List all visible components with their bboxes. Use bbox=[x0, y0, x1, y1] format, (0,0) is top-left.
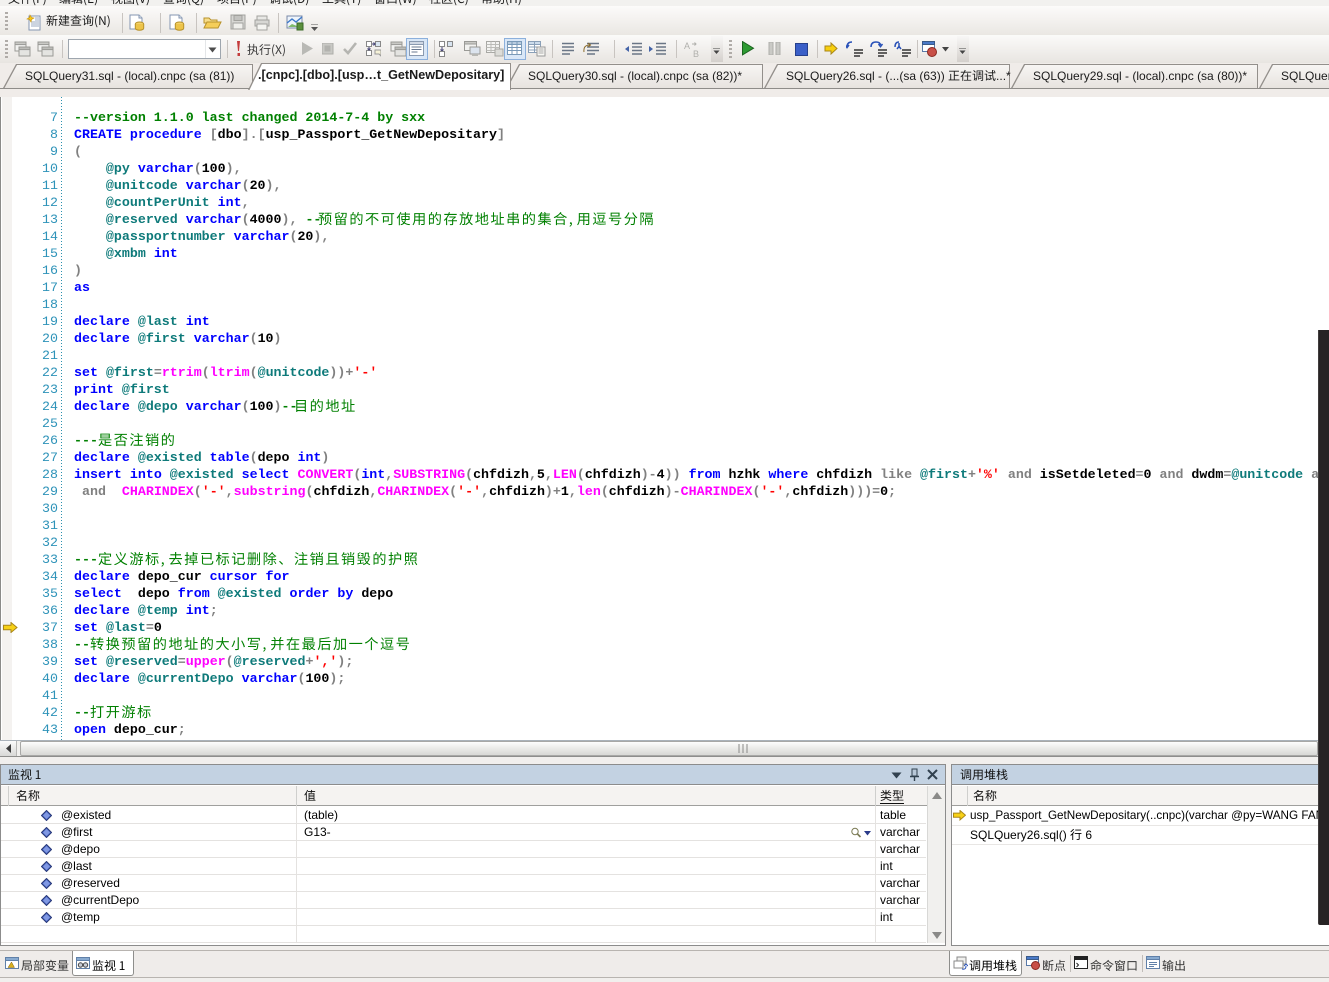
svg-text:A: A bbox=[684, 41, 690, 51]
svg-text:B: B bbox=[693, 49, 699, 58]
